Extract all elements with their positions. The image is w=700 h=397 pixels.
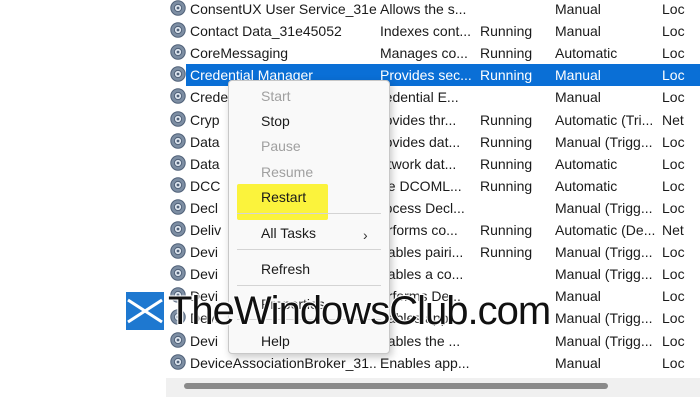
gear-icon xyxy=(169,132,187,150)
gear-icon xyxy=(169,87,187,105)
service-startup-type: Manual (Trigg... xyxy=(555,133,653,150)
service-startup-type: Automatic xyxy=(555,177,618,194)
service-row[interactable]: CoreMessaging Manages co... Running Automat… xyxy=(166,42,700,64)
service-description: Provides sec... xyxy=(380,67,472,84)
menu-item-refresh[interactable]: Refresh xyxy=(261,259,310,279)
service-startup-type: Manual (Trigg... xyxy=(555,266,653,283)
service-logon-as: Loc xyxy=(662,67,685,84)
service-logon-as: Loc xyxy=(662,332,685,349)
menu-item-resume[interactable]: Resume xyxy=(261,162,313,182)
menu-item-stop[interactable]: Stop xyxy=(261,111,290,131)
service-status: Running xyxy=(480,244,533,261)
service-row[interactable]: DeviceAssociationBroker_31... Enables app… xyxy=(166,352,700,374)
menu-item-all-tasks[interactable]: All Tasks xyxy=(261,223,316,243)
service-logon-as: Loc xyxy=(662,89,685,106)
gear-icon xyxy=(169,198,187,216)
service-startup-type: Manual (Trigg... xyxy=(555,244,653,261)
service-startup-type: Manual xyxy=(555,354,601,371)
service-name: CoreMessaging xyxy=(190,45,289,62)
service-logon-as: Loc xyxy=(662,354,685,371)
service-logon-as: Loc xyxy=(662,288,685,305)
service-startup-type: Manual (Trigg... xyxy=(555,199,653,216)
gear-icon xyxy=(169,65,187,83)
scrollbar-thumb[interactable] xyxy=(184,383,608,389)
service-logon-as: Loc xyxy=(662,310,685,327)
service-status: Running xyxy=(480,177,533,194)
service-row[interactable]: Contact Data_31e45052 Indexes cont... Runn… xyxy=(166,20,700,42)
service-status: Running xyxy=(480,133,533,150)
service-logon-as: Loc xyxy=(662,266,685,283)
service-logon-as: Loc xyxy=(662,177,685,194)
service-startup-type: Manual xyxy=(555,89,601,106)
service-status: Running xyxy=(480,155,533,172)
watermark-text: TheWindowsClub.com xyxy=(167,288,552,334)
service-description: Enables app... xyxy=(380,354,470,371)
service-logon-as: Loc xyxy=(662,199,685,216)
service-logon-as: Loc xyxy=(662,23,685,40)
gear-icon xyxy=(169,264,187,282)
menu-item-restart[interactable]: Restart xyxy=(261,187,306,207)
gear-icon xyxy=(169,154,187,172)
service-startup-type: Manual xyxy=(555,1,601,17)
service-startup-type: Manual xyxy=(555,23,601,40)
service-description: Manages co... xyxy=(380,45,468,62)
service-description: nables a co... xyxy=(380,266,464,283)
service-description: rocess Decl... xyxy=(380,199,465,216)
service-startup-type: Manual xyxy=(555,67,601,84)
service-description: redential E... xyxy=(380,89,459,106)
windows-logo-icon xyxy=(126,292,164,330)
service-startup-type: Automatic (Tri... xyxy=(555,111,654,128)
service-description: rovides dat... xyxy=(380,133,461,150)
service-status: Running xyxy=(480,45,533,62)
service-description: Allows the s... xyxy=(380,1,467,17)
horizontal-scrollbar[interactable] xyxy=(166,378,700,397)
service-startup-type: Automatic (De... xyxy=(555,222,656,238)
gear-icon xyxy=(169,242,187,260)
menu-separator xyxy=(237,249,381,250)
gear-icon xyxy=(169,43,187,61)
service-name: DeviceAssociationBroker_31... xyxy=(190,354,378,371)
service-name: Contact Data_31e45052 xyxy=(190,23,342,40)
service-logon-as: Loc xyxy=(662,244,685,261)
service-status: Running xyxy=(480,23,533,40)
menu-item-pause[interactable]: Pause xyxy=(261,136,301,156)
gear-icon xyxy=(169,220,187,238)
gear-icon xyxy=(169,176,187,194)
service-description: he DCOML... xyxy=(380,177,462,194)
service-logon-as: Loc xyxy=(662,1,685,17)
service-logon-as: Loc xyxy=(662,133,685,150)
service-startup-type: Automatic xyxy=(555,45,618,62)
service-description: Indexes cont... xyxy=(380,23,472,40)
gear-icon xyxy=(169,110,187,128)
gear-icon xyxy=(169,353,187,371)
service-description: erforms co... xyxy=(380,222,458,238)
service-name: ConsentUX User Service_31e... xyxy=(190,1,378,17)
gear-icon xyxy=(169,21,187,39)
service-status: Running xyxy=(480,222,533,238)
service-logon-as: Net xyxy=(662,222,684,238)
watermark: TheWindowsClub.com xyxy=(126,286,586,336)
menu-separator xyxy=(237,213,381,214)
service-startup-type: Automatic xyxy=(555,155,618,172)
gear-icon xyxy=(169,0,187,17)
service-description: nables pairi... xyxy=(380,244,464,261)
service-logon-as: Loc xyxy=(662,155,685,172)
chevron-right-icon: › xyxy=(363,227,368,243)
service-description: rovides thr... xyxy=(380,111,457,128)
service-status: Running xyxy=(480,67,533,84)
service-logon-as: Net xyxy=(662,111,684,128)
service-description: etwork dat... xyxy=(380,155,457,172)
menu-item-start[interactable]: Start xyxy=(261,86,291,106)
service-row[interactable]: ConsentUX User Service_31e... Allows the … xyxy=(166,0,700,20)
service-status: Running xyxy=(480,111,533,128)
service-logon-as: Loc xyxy=(662,45,685,62)
